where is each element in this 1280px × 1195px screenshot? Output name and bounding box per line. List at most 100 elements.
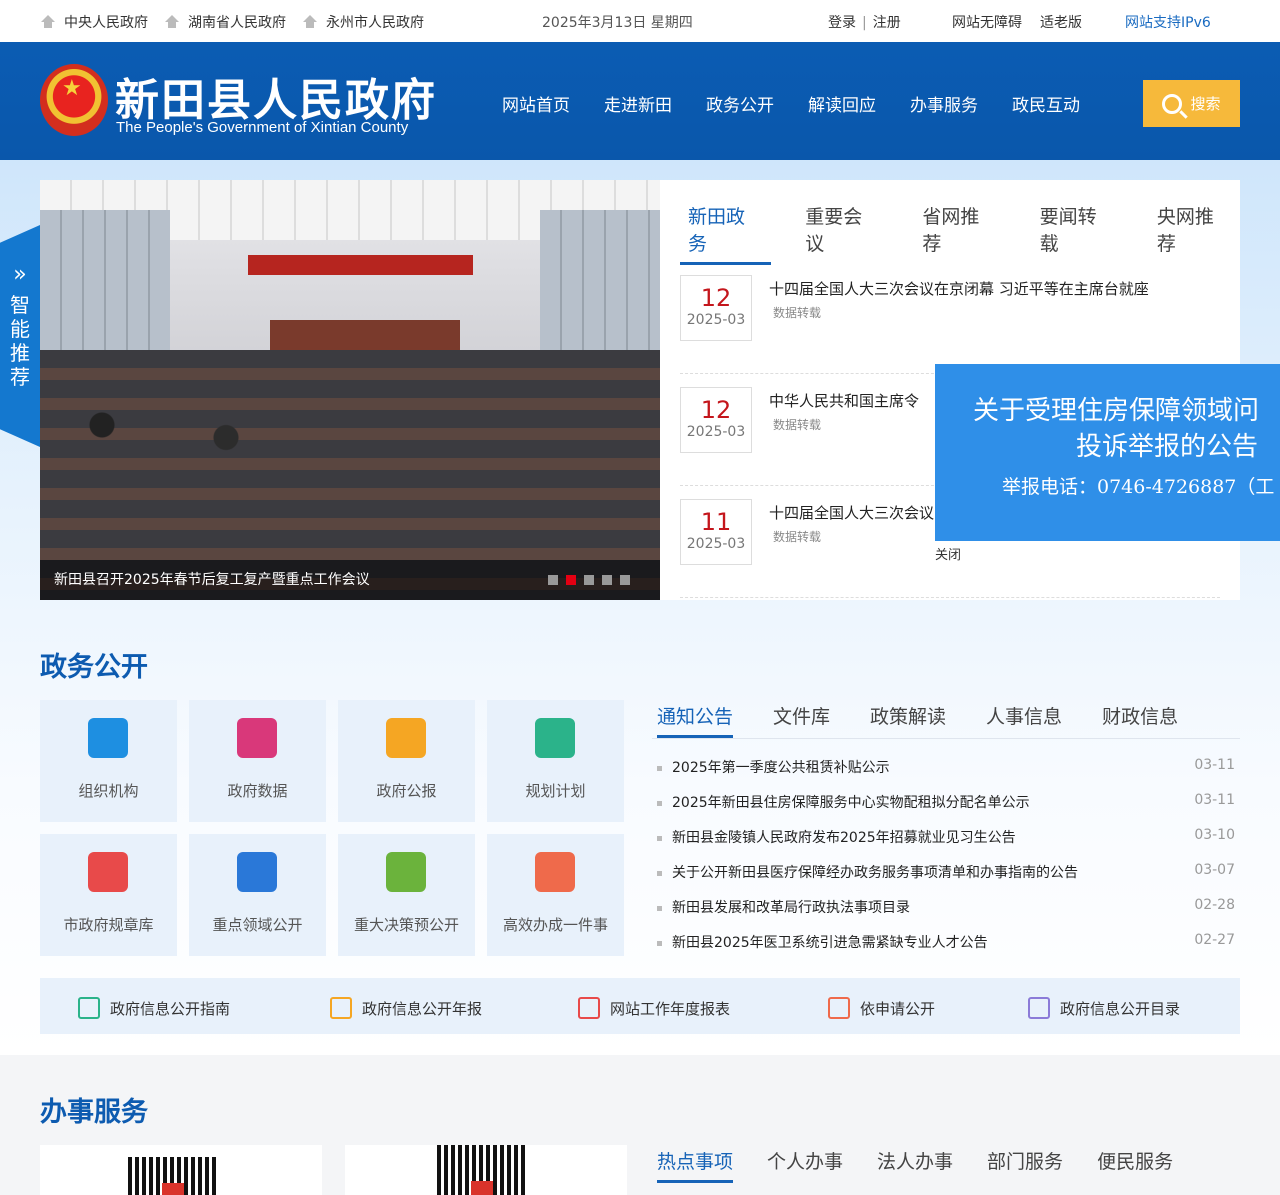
link-yongzhou-gov[interactable]: 永州市人民政府 (302, 12, 424, 32)
notice-title[interactable]: 2025年第一季度公共租赁补贴公示 (672, 760, 890, 776)
tile-label: 规划计划 (525, 782, 586, 800)
slider-dot[interactable] (548, 575, 558, 585)
nav-home[interactable]: 网站首页 (502, 91, 570, 116)
tab[interactable]: 法人办事 (877, 1147, 953, 1183)
quick-link[interactable]: 政府信息公开年报 (330, 997, 482, 1019)
notice-date: 03-11 (1194, 792, 1235, 808)
notice-item[interactable]: 新田县2025年医卫系统引进急需紧缺专业人才公告 02-27 (657, 932, 1235, 952)
notice-title[interactable]: 新田县金陵镇人民政府发布2025年招募就业见习生公告 (672, 830, 1016, 846)
slider-dots (548, 575, 630, 585)
qr-card[interactable] (40, 1145, 322, 1195)
search-button[interactable]: 搜索 (1143, 80, 1240, 127)
bullet-icon (657, 800, 662, 806)
news-title[interactable]: 十四届全国人大三次会议 (769, 502, 934, 523)
notice-date: 03-10 (1194, 827, 1235, 843)
accessible-link[interactable]: 网站无障碍 (952, 12, 1022, 32)
news-tab[interactable]: 要闻转载 (1032, 202, 1123, 265)
tab[interactable]: 便民服务 (1097, 1147, 1173, 1183)
notice-item[interactable]: 新田县金陵镇人民政府发布2025年招募就业见习生公告 03-10 (657, 827, 1235, 847)
slider-dot[interactable] (602, 575, 612, 585)
chart-icon (237, 718, 277, 758)
tab[interactable]: 个人办事 (767, 1147, 843, 1183)
star-book-icon (88, 852, 128, 892)
tile-label: 高效办成一件事 (502, 916, 608, 934)
login-link[interactable]: 登录 (828, 15, 856, 31)
gov-tabs: 通知公告 文件库 政策解读 人事信息 财政信息 (657, 702, 1218, 738)
news-tab[interactable]: 新田政务 (680, 202, 772, 265)
tab[interactable]: 部门服务 (987, 1147, 1063, 1183)
news-tab[interactable]: 央网推荐 (1149, 202, 1240, 265)
notice-title[interactable]: 关于公开新田县医疗保障经办政务服务事项清单和办事指南的公告 (672, 865, 1078, 881)
gov-tile[interactable]: 重大决策预公开 (338, 834, 475, 956)
nav-interpretation[interactable]: 解读回应 (808, 91, 876, 116)
home-icon (164, 15, 180, 29)
popup-close-button[interactable]: 关闭 (935, 544, 961, 563)
tab[interactable]: 通知公告 (657, 702, 734, 738)
tile-label: 组织机构 (78, 782, 139, 800)
tab[interactable]: 财政信息 (1102, 702, 1178, 738)
link-central-gov[interactable]: 中央人民政府 (40, 12, 148, 32)
slider-dot[interactable] (566, 575, 576, 585)
quick-link[interactable]: 政府信息公开目录 (1028, 997, 1180, 1019)
quick-link[interactable]: 网站工作年度报表 (578, 997, 730, 1019)
qr-card[interactable] (345, 1145, 627, 1195)
quick-link-label: 政府信息公开指南 (110, 999, 231, 1018)
tile-label: 政府数据 (227, 782, 288, 800)
nav-gov-affairs[interactable]: 政务公开 (706, 91, 774, 116)
gov-tile[interactable]: 组织机构 (40, 700, 177, 822)
notice-title[interactable]: 2025年新田县住房保障服务中心实物配租拟分配名单公示 (672, 795, 1030, 811)
quick-link-label: 依申请公开 (860, 999, 936, 1018)
elder-mode-link[interactable]: 适老版 (1040, 12, 1082, 32)
news-title[interactable]: 中华人民共和国主席令 (769, 390, 919, 411)
news-tabs: 新田政务 重要会议 省网推荐 要闻转载 央网推荐 (680, 202, 1240, 265)
notice-item[interactable]: 2025年新田县住房保障服务中心实物配租拟分配名单公示 03-11 (657, 792, 1235, 812)
news-tab[interactable]: 重要会议 (797, 202, 888, 265)
tab[interactable]: 政策解读 (870, 702, 946, 738)
gov-tile[interactable]: 政府公报 (338, 700, 475, 822)
link-hunan-gov[interactable]: 湖南省人民政府 (164, 12, 286, 32)
notice-title[interactable]: 新田县2025年医卫系统引进急需紧缺专业人才公告 (672, 935, 988, 951)
notice-item[interactable]: 关于公开新田县医疗保障经办政务服务事项清单和办事指南的公告 03-07 (657, 862, 1235, 882)
home-icon (40, 15, 56, 29)
double-chevron-icon: » (13, 262, 27, 287)
quick-link-label: 政府信息公开目录 (1060, 999, 1181, 1018)
news-tab[interactable]: 省网推荐 (914, 202, 1005, 265)
notice-title[interactable]: 新田县发展和改革局行政执法事项目录 (672, 900, 910, 916)
date-box: 11 2025-03 (680, 499, 752, 565)
news-title[interactable]: 十四届全国人大三次会议在京闭幕 习近平等在主席台就座 (769, 278, 1149, 299)
tab[interactable]: 文件库 (773, 702, 830, 738)
quick-link[interactable]: 政府信息公开指南 (78, 997, 230, 1019)
notice-item[interactable]: 新田县发展和改革局行政执法事项目录 02-28 (657, 897, 1235, 917)
table-icon (578, 997, 600, 1019)
gov-tile[interactable]: 规划计划 (487, 700, 624, 822)
slider-dot[interactable] (584, 575, 594, 585)
register-link[interactable]: 注册 (873, 15, 901, 31)
smart-recommend-tab[interactable]: » 智 能 推 荐 (0, 225, 40, 447)
tile-label: 市政府规章库 (63, 916, 154, 934)
nav-services[interactable]: 办事服务 (910, 91, 978, 116)
notice-date: 02-28 (1194, 897, 1235, 913)
nav-about[interactable]: 走进新田 (604, 91, 672, 116)
notice-item[interactable]: 2025年第一季度公共租赁补贴公示 03-11 (657, 757, 1235, 777)
national-emblem-icon: ★ (40, 64, 108, 136)
photo-slider[interactable]: 新田县召开2025年春节后复工复产暨重点工作会议 (40, 180, 660, 600)
doc-icon (386, 852, 426, 892)
date-box: 12 2025-03 (680, 275, 752, 341)
news-item[interactable]: 12 2025-03 十四届全国人大三次会议在京闭幕 习近平等在主席台就座 数据转… (680, 262, 1220, 374)
ipv6-badge[interactable]: 网站支持IPv6 (1125, 12, 1211, 32)
tile-label: 重大决策预公开 (353, 916, 459, 934)
file-icon (535, 852, 575, 892)
quick-link[interactable]: 依申请公开 (828, 997, 935, 1019)
gov-tile[interactable]: 政府数据 (189, 700, 326, 822)
service-section-title: 办事服务 (40, 1097, 148, 1128)
gov-tile[interactable]: 市政府规章库 (40, 834, 177, 956)
home-icon (302, 15, 318, 29)
gov-tile[interactable]: 重点领域公开 (189, 834, 326, 956)
nav-interaction[interactable]: 政民互动 (1012, 91, 1080, 116)
announcement-popup[interactable]: 关于受理住房保障领域问 投诉举报的公告 举报电话：0746-4726887（工 (935, 364, 1280, 541)
slider-dot[interactable] (620, 575, 630, 585)
quick-link-label: 网站工作年度报表 (610, 999, 731, 1018)
tab[interactable]: 热点事项 (657, 1147, 734, 1183)
gov-tile[interactable]: 高效办成一件事 (487, 834, 624, 956)
tab[interactable]: 人事信息 (986, 702, 1062, 738)
